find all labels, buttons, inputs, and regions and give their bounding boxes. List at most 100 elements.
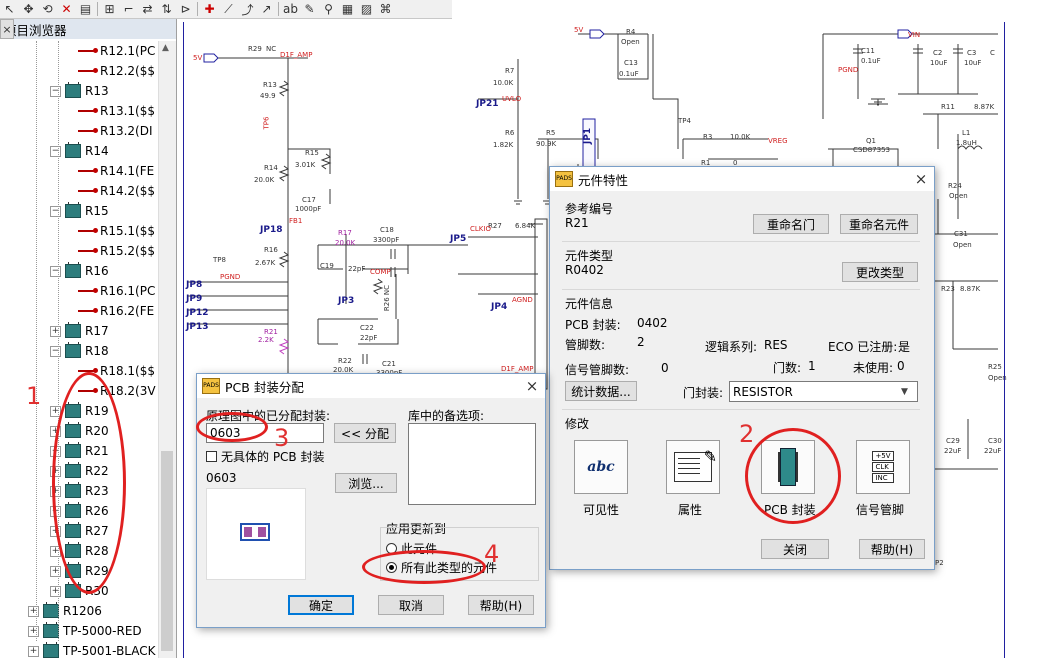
- close-button[interactable]: 关闭: [761, 539, 829, 559]
- add-bus-icon[interactable]: ⇄: [138, 1, 157, 17]
- ref-designator-value: R21: [565, 216, 589, 230]
- dialog-titlebar: PADS 元件特性 ×: [550, 167, 934, 191]
- tree-item-label: R12.1(PC: [100, 44, 156, 58]
- part-chip-icon: [65, 82, 81, 98]
- expand-icon[interactable]: +: [28, 645, 39, 657]
- expand-icon[interactable]: +: [50, 585, 61, 597]
- section-divider: [562, 241, 920, 242]
- rename-gate-button[interactable]: 重命名门: [753, 214, 829, 234]
- add-connection-icon[interactable]: ✚: [200, 1, 219, 17]
- tree-item-label: TP-5000-RED: [63, 624, 142, 638]
- expand-icon[interactable]: +: [28, 625, 39, 637]
- collapse-icon[interactable]: −: [50, 345, 61, 357]
- dialog-title: PCB 封装分配: [225, 379, 304, 395]
- scroll-up-icon[interactable]: ▲: [162, 43, 169, 53]
- collapse-icon[interactable]: −: [50, 145, 61, 157]
- part-chip-icon: [43, 642, 59, 658]
- pin-icon: [78, 48, 98, 53]
- move-icon[interactable]: ✥: [19, 1, 38, 17]
- statistics-button[interactable]: 统计数据...: [565, 381, 637, 401]
- cancel-button[interactable]: 取消: [378, 595, 444, 615]
- add-label-icon[interactable]: ↗: [257, 1, 276, 17]
- drafting-icon[interactable]: ▨: [357, 1, 376, 17]
- no-decal-label: 无具体的 PCB 封装: [221, 450, 325, 464]
- collapse-icon[interactable]: −: [50, 265, 61, 277]
- tree-pin-item[interactable]: R12.1(PC: [78, 41, 155, 61]
- collapse-icon[interactable]: −: [50, 85, 61, 97]
- gate-swap-icon[interactable]: ⊳: [176, 1, 195, 17]
- rotate-icon[interactable]: ⟲: [38, 1, 57, 17]
- grid-icon[interactable]: ▦: [338, 1, 357, 17]
- toolbar-divider: [278, 2, 279, 16]
- signal-pins-button[interactable]: +5V CLK INC: [856, 440, 910, 494]
- tree-part-item[interactable]: + TP-5001-BLACK: [28, 641, 156, 658]
- tree-item-label: R15.2($$: [100, 244, 156, 258]
- tree-scrollbar[interactable]: ▲: [158, 41, 176, 658]
- ok-button[interactable]: 确定: [288, 595, 354, 615]
- add-wire-icon[interactable]: ⌐: [119, 1, 138, 17]
- tree-pin-item[interactable]: R16.2(FE: [78, 301, 154, 321]
- abc-visibility-icon: abc: [587, 459, 615, 475]
- dialog-titlebar: PADS PCB 封装分配 ×: [197, 374, 545, 398]
- gates-value: 1: [808, 359, 816, 373]
- edit-text-icon[interactable]: ✎: [300, 1, 319, 17]
- annotation-ellipse-decal-input: [196, 412, 268, 442]
- gate-decal-select[interactable]: RESISTOR ▼: [729, 381, 918, 402]
- properties-icon[interactable]: ▤: [76, 1, 95, 17]
- signal-pins-label: 信号管脚数:: [565, 363, 630, 377]
- assign-button[interactable]: << 分配: [334, 423, 396, 443]
- collapse-icon[interactable]: −: [50, 205, 61, 217]
- browse-button[interactable]: 浏览...: [335, 473, 397, 493]
- gate-decal-value: RESISTOR: [733, 384, 793, 399]
- swap-icon[interactable]: ⇅: [157, 1, 176, 17]
- close-icon[interactable]: ×: [0, 19, 14, 39]
- text-icon[interactable]: ab: [281, 1, 300, 17]
- tree-pin-item[interactable]: R14.1(FE: [78, 161, 154, 181]
- visibility-button[interactable]: abc: [574, 440, 628, 494]
- split-icon[interactable]: ⤴: [238, 1, 257, 17]
- tree-part-item[interactable]: + R1206: [28, 601, 102, 621]
- library-alternates-list[interactable]: [408, 423, 536, 505]
- expand-icon[interactable]: +: [50, 565, 61, 577]
- close-icon[interactable]: ×: [519, 377, 545, 395]
- no-decal-checkbox[interactable]: [206, 451, 217, 462]
- no-decal-option[interactable]: 无具体的 PCB 封装: [206, 448, 324, 465]
- tree-pin-item[interactable]: R16.1(PC: [78, 281, 155, 301]
- tree-item-label: R15.1($$: [100, 224, 156, 238]
- part-type-value: R0402: [565, 263, 604, 277]
- measure-icon[interactable]: ⌘: [376, 1, 395, 17]
- help-button[interactable]: 帮助(H): [468, 595, 534, 615]
- eco-registered-value: 是: [898, 340, 911, 354]
- tree-pin-item[interactable]: R14.2($$: [78, 181, 155, 201]
- delete-icon[interactable]: ✕: [57, 1, 76, 17]
- tree-pin-item[interactable]: R15.1($$: [78, 221, 155, 241]
- expand-icon[interactable]: +: [50, 325, 61, 337]
- tree-guide-line: [36, 41, 37, 641]
- tree-part-item[interactable]: + TP-5000-RED: [28, 621, 142, 641]
- expand-icon[interactable]: +: [28, 605, 39, 617]
- annotation-ellipse-tree: [52, 372, 126, 594]
- pin-icon: [78, 108, 98, 113]
- tree-pin-item[interactable]: R15.2($$: [78, 241, 155, 261]
- change-type-button[interactable]: 更改类型: [842, 262, 918, 282]
- tree-pin-item[interactable]: R12.2($$: [78, 61, 155, 81]
- tree-item-label: R14.1(FE: [100, 164, 155, 178]
- annotation-number: 1: [26, 382, 42, 410]
- tree-pin-item[interactable]: R13.2(DI: [78, 121, 153, 141]
- pcb-decal-assignment-dialog: PADS PCB 封装分配 × 原理图中的已分配封装: 库中的备选项: 0603…: [196, 373, 546, 628]
- select-arrow-icon[interactable]: ↖: [0, 1, 19, 17]
- field-icon[interactable]: ⚲: [319, 1, 338, 17]
- tree-pin-item[interactable]: R13.1($$: [78, 101, 155, 121]
- part-chip-icon: [65, 322, 81, 338]
- pads-logo-icon: PADS: [202, 378, 220, 394]
- component-properties-dialog: PADS 元件特性 × 参考编号 R21 重命名门 重命名元件 元件类型 R04…: [549, 166, 935, 570]
- close-icon[interactable]: ×: [908, 170, 934, 188]
- help-button[interactable]: 帮助(H): [859, 539, 925, 559]
- add-net-icon[interactable]: ⟋: [219, 1, 238, 17]
- scrollbar-thumb[interactable]: [161, 451, 173, 651]
- rename-part-button[interactable]: 重命名元件: [840, 214, 918, 234]
- attributes-button[interactable]: ✎: [666, 440, 720, 494]
- tree-item-label: R13.1($$: [100, 104, 156, 118]
- gate-decal-label: 门封装:: [683, 386, 724, 400]
- add-part-icon[interactable]: ⊞: [100, 1, 119, 17]
